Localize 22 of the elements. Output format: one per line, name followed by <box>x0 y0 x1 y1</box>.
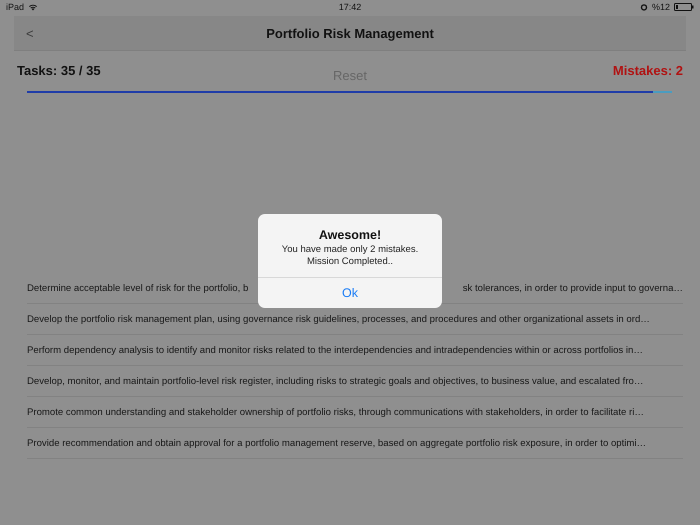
task-text: Perform dependency analysis to identify and monitor risks related to the interdependencies and intradependencies within or across portfolios in… <box>27 344 643 356</box>
battery-percent: %12 <box>652 2 670 12</box>
back-button[interactable]: < <box>14 26 54 40</box>
clock: 17:42 <box>338 2 362 12</box>
screen-title: Portfolio Risk Management <box>265 26 435 40</box>
task-text: Develop, monitor, and maintain portfolio-level risk register, including risks to strategic goals and objectives, to business value, and escalated fro… <box>27 376 644 386</box>
device-name: iPad <box>6 2 24 12</box>
task-row[interactable]: Develop, monitor, and maintain portfolio-level risk register, including risks to strategic goals and objectives, to business value, and escalated fro… <box>27 366 683 397</box>
task-text: Provide recommendation and obtain approval for a portfolio management reserve, based on aggregate portfolio risk exposure, in order to optimi… <box>27 438 646 448</box>
mistakes-count: Mistakes: 2 <box>612 63 683 80</box>
task-row[interactable]: Perform dependency analysis to identify and monitor risks related to the interdependencies and intradependencies within or across portfolios in… <box>27 335 683 366</box>
tasks-count: Tasks: 35 / 35 <box>17 63 102 80</box>
alert-message: You have made only 2 mistakes. Mission Completed.. <box>282 244 418 268</box>
battery-icon <box>674 3 694 11</box>
task-text: Determine acceptable level of risk for the portfolio, b <box>27 282 248 294</box>
task-text: Promote common understanding and stakeholder ownership of portfolio risks, through communications with stakeholders, in order to facilitate ri… <box>27 406 644 418</box>
task-row[interactable]: Promote common understanding and stakeholder ownership of portfolio risks, through communications with stakeholders, in order to facilitate ri… <box>27 397 683 428</box>
task-row[interactable]: Provide recommendation and obtain approval for a portfolio management reserve, based on aggregate portfolio risk exposure, in order to optimi… <box>27 428 683 459</box>
task-text: sk tolerances, in order to provide input to governa… <box>462 282 683 294</box>
task-text: Develop the portfolio risk management plan, using governance risk guidelines, processes, and procedures and other organizational assets in ord… <box>27 314 650 324</box>
wifi-icon <box>28 3 38 11</box>
alert-title: Awesome! <box>318 228 382 242</box>
